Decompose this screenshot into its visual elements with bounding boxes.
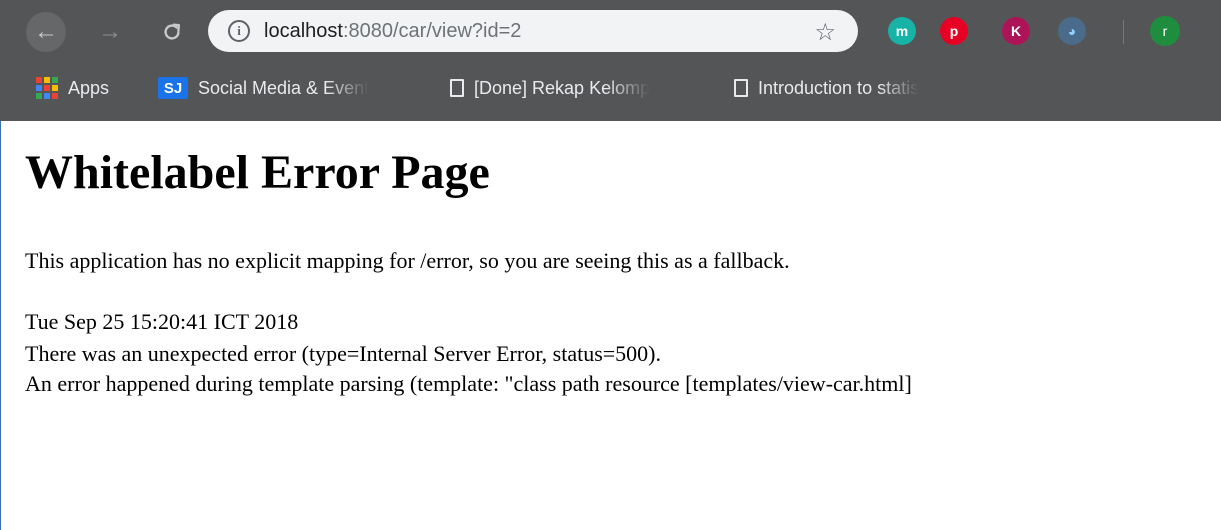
url-text[interactable]: localhost:8080/car/view?id=2	[264, 20, 521, 43]
error-status: There was an unexpected error (type=Inte…	[25, 341, 662, 366]
bookmarks-bar: Apps SJ Social Media & Event [Done] Reka…	[0, 66, 1221, 110]
browser-toolbar: ← → i localhost:8080/car/view?id=2 ☆ m p…	[0, 10, 1221, 54]
url-path: :8080/car/view?id=2	[342, 19, 522, 42]
reload-icon	[164, 23, 181, 40]
url-host: localhost	[264, 19, 343, 42]
forward-button[interactable]: →	[90, 12, 130, 52]
address-bar[interactable]: i localhost:8080/car/view?id=2 ☆	[208, 10, 858, 52]
bookmark-star-icon[interactable]: ☆	[814, 18, 836, 47]
reload-button[interactable]	[152, 12, 192, 52]
back-button[interactable]: ←	[26, 12, 66, 52]
k-extension-icon[interactable]: K	[1002, 17, 1030, 45]
toolbar-divider	[1123, 20, 1124, 44]
bookmark-label: Social Media & Event	[198, 77, 370, 98]
bookmark-label: [Done] Rekap Kelomp	[474, 77, 651, 98]
error-explanation: This application has no explicit mapping…	[25, 248, 790, 273]
apps-grid-icon	[36, 77, 58, 99]
pinterest-extension-icon[interactable]: p	[940, 17, 968, 45]
bookmark-social-media[interactable]: SJ Social Media & Event	[158, 76, 412, 100]
bookmark-label: Introduction to statis	[758, 77, 920, 98]
page-title: Whitelabel Error Page	[25, 146, 490, 199]
bookmark-label: Apps	[68, 77, 110, 98]
error-detail: An error happened during template parsin…	[25, 371, 912, 396]
arrow-left-icon: ←	[34, 18, 58, 45]
bookmark-apps[interactable]: Apps	[36, 76, 109, 100]
profile-avatar[interactable]: r	[1150, 16, 1180, 46]
browser-chrome: ← → i localhost:8080/car/view?id=2 ☆ m p…	[0, 0, 1221, 121]
arrow-right-icon: →	[98, 18, 122, 45]
page-icon	[734, 79, 748, 97]
site-info-icon[interactable]: i	[228, 20, 250, 42]
bookmark-rekap-kelompok[interactable]: [Done] Rekap Kelomp	[450, 76, 700, 100]
sj-icon: SJ	[158, 77, 188, 99]
mendeley-extension-icon[interactable]: m	[888, 17, 916, 45]
page-icon	[450, 79, 464, 97]
sync-extension-icon[interactable]: ◕	[1058, 17, 1086, 45]
error-page: Whitelabel Error Page This application h…	[0, 121, 1221, 530]
error-timestamp: Tue Sep 25 15:20:41 ICT 2018	[25, 309, 299, 334]
bookmark-intro-statistics[interactable]: Introduction to statis	[734, 76, 984, 100]
